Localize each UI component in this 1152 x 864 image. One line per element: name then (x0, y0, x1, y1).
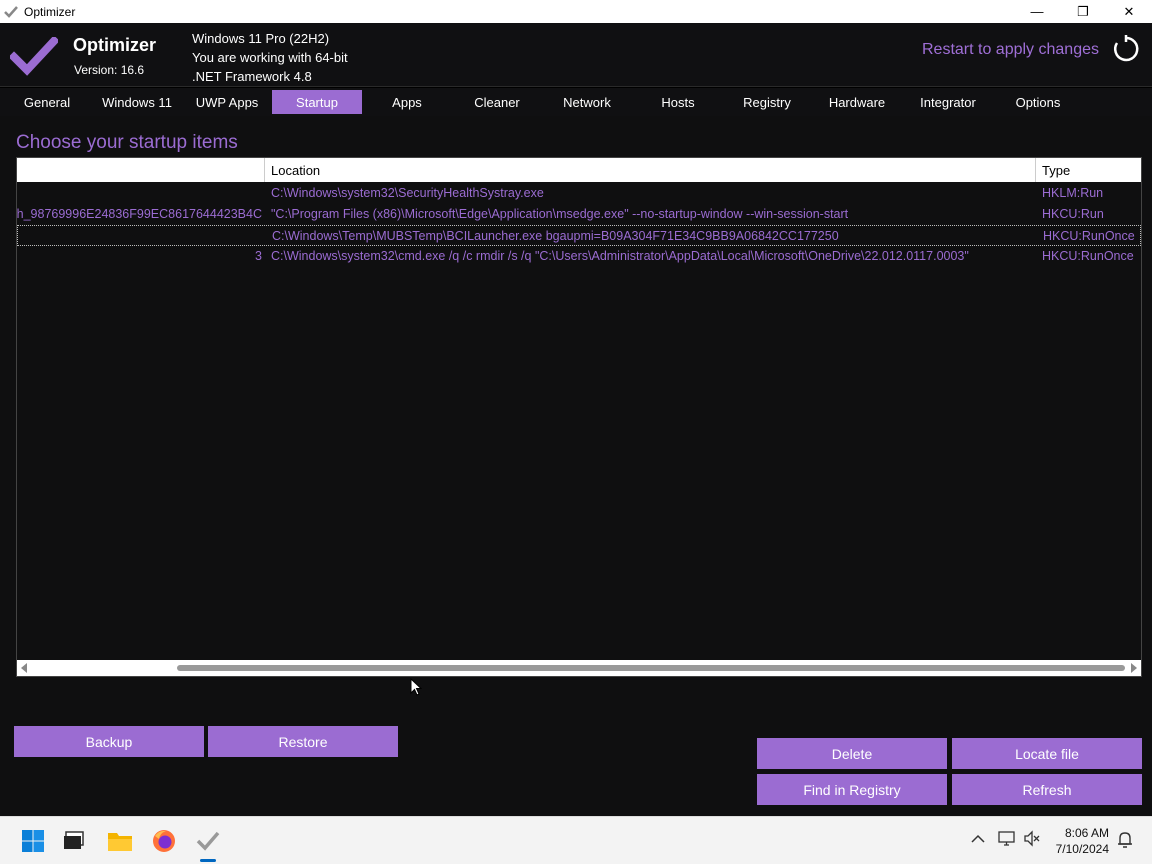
system-info: Windows 11 Pro (22H2) You are working wi… (192, 29, 348, 86)
checkmark-logo-icon (8, 35, 60, 82)
backup-button[interactable]: Backup (14, 726, 204, 757)
task-view-icon[interactable] (58, 825, 90, 857)
horizontal-scrollbar[interactable] (17, 660, 1141, 676)
list-row[interactable]: ch_98769996E24836F99EC8617644423B4C "C:\… (17, 204, 1141, 225)
close-button[interactable]: ✕ (1106, 0, 1152, 23)
scroll-left-icon[interactable] (21, 663, 27, 673)
startup-page: Choose your startup items Location Type … (0, 116, 1152, 816)
system-clock[interactable]: 8:06 AM 7/10/2024 (1056, 825, 1109, 857)
firefox-icon[interactable] (148, 825, 180, 857)
window-title: Optimizer (24, 4, 76, 19)
tab-registry[interactable]: Registry (722, 90, 812, 114)
row-name: 3 (255, 249, 262, 263)
clock-date: 7/10/2024 (1055, 842, 1109, 856)
page-title: Choose your startup items (16, 132, 238, 153)
optimizer-app-icon (2, 3, 20, 21)
row-type: HKLM:Run (1042, 186, 1104, 200)
tab-bar: General Windows 11 UWP Apps Startup Apps… (0, 88, 1152, 116)
volume-muted-icon[interactable] (1023, 830, 1041, 851)
windows-start-icon[interactable] (17, 825, 49, 857)
clock-time: 8:06 AM (1064, 826, 1109, 840)
find-in-registry-button[interactable]: Find in Registry (757, 774, 947, 805)
framework-info: .NET Framework 4.8 (192, 69, 312, 84)
row-location: C:\Windows\system32\SecurityHealthSystra… (271, 186, 544, 200)
column-header-type[interactable]: Type (1036, 158, 1141, 182)
optimizer-taskbar-icon[interactable] (192, 825, 224, 857)
row-type: HKCU:Run (1042, 207, 1104, 221)
startup-items-list[interactable]: Location Type C:\Windows\system32\Securi… (16, 157, 1142, 677)
column-header-name[interactable] (17, 158, 265, 182)
maximize-button[interactable]: ❐ (1060, 0, 1106, 23)
tab-windows-11[interactable]: Windows 11 (92, 90, 182, 114)
list-row[interactable]: 3 C:\Windows\system32\cmd.exe /q /c rmdi… (17, 246, 1141, 267)
row-name: ch_98769996E24836F99EC8617644423B4C (17, 207, 262, 221)
mouse-cursor-icon (410, 677, 423, 701)
tab-cleaner[interactable]: Cleaner (452, 90, 542, 114)
refresh-button[interactable]: Refresh (952, 774, 1142, 805)
list-header: Location Type (17, 158, 1141, 182)
restart-icon[interactable] (1112, 35, 1140, 68)
os-info: Windows 11 Pro (22H2) (192, 31, 330, 46)
row-type: HKCU:RunOnce (1042, 249, 1134, 263)
row-name (18, 226, 266, 247)
tab-general[interactable]: General (2, 90, 92, 114)
row-location: C:\Windows\system32\cmd.exe /q /c rmdir … (271, 249, 969, 263)
list-row[interactable]: C:\Windows\system32\SecurityHealthSystra… (17, 183, 1141, 204)
row-type: HKCU:RunOnce (1043, 229, 1135, 243)
arch-info: You are working with 64-bit (192, 50, 348, 65)
app-name: Optimizer (73, 35, 157, 55)
tab-startup[interactable]: Startup (272, 90, 362, 114)
restore-button[interactable]: Restore (208, 726, 398, 757)
app-header: Optimizer Version: 16.6 Windows 11 Pro (… (0, 23, 1152, 87)
restart-link[interactable]: Restart to apply changes (922, 41, 1099, 59)
delete-button[interactable]: Delete (757, 738, 947, 769)
tab-network[interactable]: Network (542, 90, 632, 114)
scrollbar-thumb[interactable] (177, 665, 1125, 671)
minimize-button[interactable]: — (1014, 0, 1060, 23)
row-location: C:\Windows\Temp\MUBSTemp\BCILauncher.exe… (272, 229, 839, 243)
locate-file-button[interactable]: Locate file (952, 738, 1142, 769)
tab-integrator[interactable]: Integrator (903, 90, 993, 114)
column-header-location[interactable]: Location (265, 158, 1036, 182)
tab-uwp-apps[interactable]: UWP Apps (182, 90, 272, 114)
notification-icon[interactable] (1117, 831, 1133, 852)
tab-apps[interactable]: Apps (362, 90, 452, 114)
file-explorer-icon[interactable] (104, 825, 136, 857)
active-app-indicator (200, 859, 216, 862)
tab-options[interactable]: Options (993, 90, 1083, 114)
tab-hosts[interactable]: Hosts (633, 90, 723, 114)
list-row-selected[interactable]: C:\Windows\Temp\MUBSTemp\BCILauncher.exe… (17, 225, 1141, 246)
tab-hardware[interactable]: Hardware (812, 90, 902, 114)
app-version: Version: 16.6 (74, 63, 145, 77)
window-title-bar: Optimizer — ❐ ✕ (0, 0, 1152, 23)
taskbar: 8:06 AM 7/10/2024 (0, 816, 1152, 864)
show-hidden-icons-chevron-icon[interactable] (971, 831, 985, 847)
scroll-right-icon[interactable] (1131, 663, 1137, 673)
network-icon[interactable] (998, 830, 1016, 851)
row-name (17, 183, 265, 204)
row-location: "C:\Program Files (x86)\Microsoft\Edge\A… (271, 207, 849, 221)
